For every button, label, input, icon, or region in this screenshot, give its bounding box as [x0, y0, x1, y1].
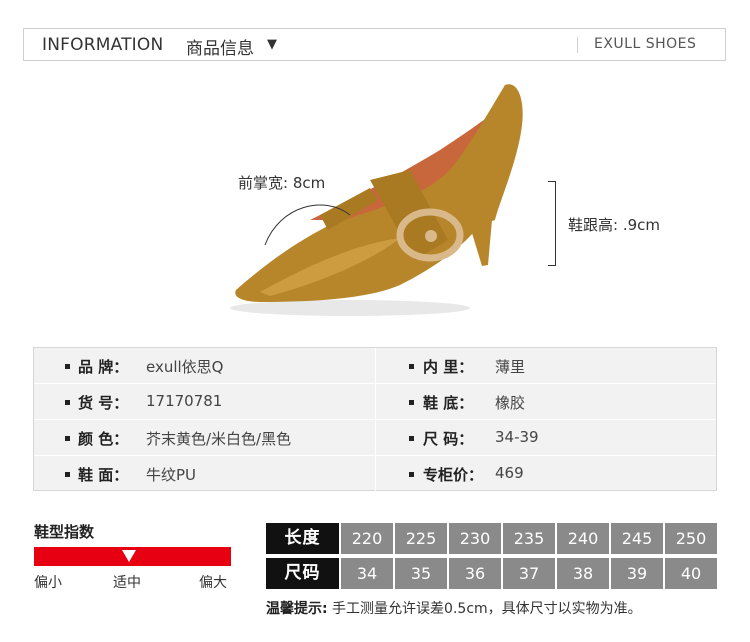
product-info-table: 品 牌： exull依思Q 内 里： 薄里 货 号： 17170781 鞋 底：…: [33, 347, 717, 492]
size-cell: 34: [341, 558, 393, 589]
size-cell: 39: [611, 558, 663, 589]
info-value: 薄里: [495, 358, 526, 376]
info-value: 橡胶: [495, 394, 526, 412]
info-value: 芥末黄色/米白色/黑色: [146, 430, 292, 448]
size-head-length: 长度: [266, 523, 339, 554]
heel-height-bracket: [548, 181, 556, 266]
info-cell-lining: 内 里： 薄里: [375, 348, 716, 384]
bullet-icon: [409, 400, 414, 405]
bullet-icon: [65, 364, 70, 369]
info-cell-price: 专柜价： 469: [375, 456, 716, 492]
info-header: INFORMATION 商品信息 ▼ EXULL SHOES: [23, 28, 726, 61]
bullet-icon: [65, 436, 70, 441]
header-brand: EXULL SHOES: [594, 36, 697, 52]
heel-height-label: 鞋跟高: .9cm: [568, 216, 660, 234]
info-label: 鞋 底：: [423, 394, 474, 412]
forefoot-width-label: 前掌宽: 8cm: [238, 174, 326, 192]
info-row: 颜 色： 芥末黄色/米白色/黑色 尺 码： 34-39: [34, 420, 716, 456]
fit-label-large: 偏大: [199, 575, 227, 591]
info-value: 牛纹PU: [146, 466, 197, 484]
size-cell: 40: [665, 558, 717, 589]
shoe-image: [230, 84, 523, 316]
size-cell: 38: [557, 558, 609, 589]
size-cell: 245: [611, 523, 663, 554]
header-title-en: INFORMATION: [42, 35, 164, 55]
bullet-icon: [65, 472, 70, 477]
fit-marker-icon: [122, 550, 136, 562]
info-label: 尺 码：: [423, 430, 474, 448]
info-label: 颜 色：: [78, 430, 129, 448]
info-row: 品 牌： exull依思Q 内 里： 薄里: [34, 348, 716, 384]
note-text: 手工测量允许误差0.5cm，具体尺寸以实物为准。: [327, 601, 642, 617]
size-cell: 37: [503, 558, 555, 589]
dropdown-arrow-icon: ▼: [267, 37, 277, 52]
info-row: 鞋 面： 牛纹PU 专柜价： 469: [34, 456, 716, 492]
size-cell: 220: [341, 523, 393, 554]
fit-label-normal: 适中: [113, 575, 141, 591]
size-cell: 250: [665, 523, 717, 554]
size-cell: 36: [449, 558, 501, 589]
fit-label-small: 偏小: [34, 575, 62, 591]
info-cell-sole: 鞋 底： 橡胶: [375, 384, 716, 420]
info-value: exull依思Q: [146, 358, 224, 376]
note-prefix: 温馨提示:: [266, 601, 328, 617]
bullet-icon: [409, 472, 414, 477]
size-cell: 230: [449, 523, 501, 554]
size-cell: 225: [395, 523, 447, 554]
info-value: 34-39: [495, 428, 539, 446]
info-label: 品 牌：: [78, 358, 129, 376]
size-head-size: 尺码: [266, 558, 339, 589]
info-cell-item-number: 货 号： 17170781: [34, 384, 374, 420]
bullet-icon: [65, 400, 70, 405]
info-label: 鞋 面：: [78, 466, 129, 484]
info-cell-upper: 鞋 面： 牛纹PU: [34, 456, 374, 492]
header-title-cn: 商品信息: [186, 39, 254, 59]
header-divider: [577, 37, 578, 53]
info-cell-size-range: 尺 码： 34-39: [375, 420, 716, 456]
fit-index-title: 鞋型指数: [34, 523, 95, 541]
size-cell: 240: [557, 523, 609, 554]
size-cell: 235: [503, 523, 555, 554]
bullet-icon: [409, 436, 414, 441]
size-cell: 35: [395, 558, 447, 589]
bullet-icon: [409, 364, 414, 369]
info-cell-color: 颜 色： 芥末黄色/米白色/黑色: [34, 420, 374, 456]
info-row: 货 号： 17170781 鞋 底： 橡胶: [34, 384, 716, 420]
info-label: 专柜价：: [423, 466, 484, 484]
info-label: 货 号：: [78, 394, 129, 412]
info-label: 内 里：: [423, 358, 474, 376]
measurement-note: 温馨提示: 手工测量允许误差0.5cm，具体尺寸以实物为准。: [266, 598, 642, 618]
info-value: 469: [495, 464, 524, 482]
info-value: 17170781: [146, 392, 223, 410]
info-cell-brand: 品 牌： exull依思Q: [34, 348, 374, 384]
